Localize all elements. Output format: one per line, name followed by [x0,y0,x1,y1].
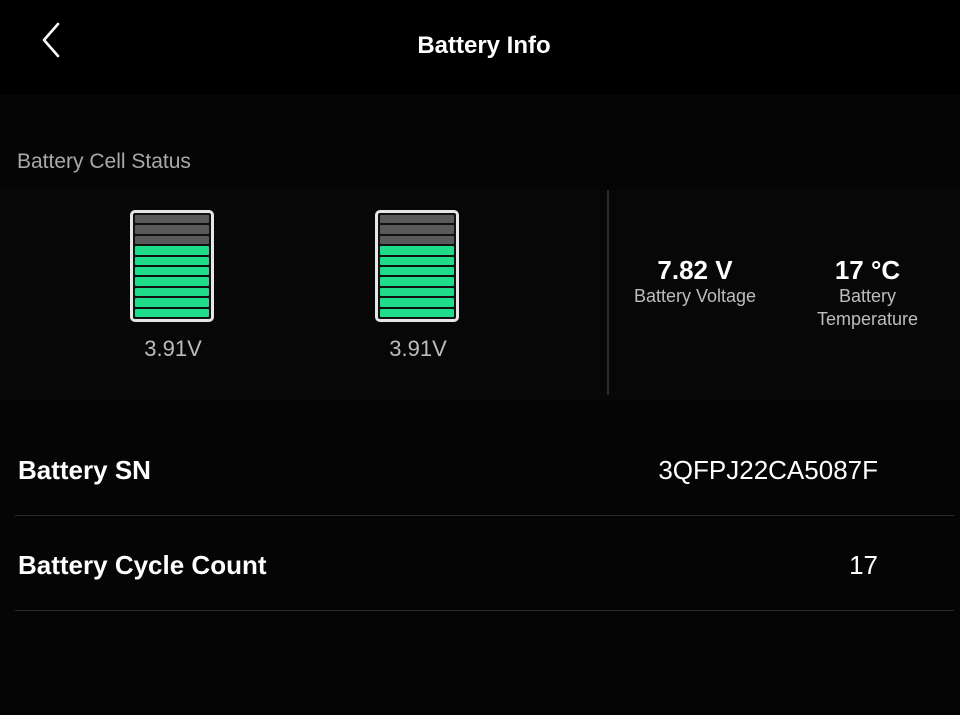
level-bar-filled [380,287,454,297]
battery-sn-value: 3QFPJ22CA5087F [658,455,878,485]
level-bar-empty [135,225,209,234]
level-bar-filled [380,256,454,266]
level-bar-empty [135,215,209,224]
cell-voltage: 3.91V [389,336,447,361]
level-bar-filled [135,256,209,266]
level-bar-filled [135,246,209,255]
section-title-cell-status: Battery Cell Status [17,150,191,173]
header-bar: Battery Info [0,0,960,95]
battery-temperature-label-line2: Temperature [816,309,919,329]
battery-voltage-value: 7.82 V [657,255,733,285]
battery-temperature-stat: 17 °C Battery Temperature [795,255,940,331]
battery-cell-icon [130,210,214,322]
battery-cell-icon [375,210,459,322]
page-title: Battery Info [417,32,551,59]
cell-status-panel: 3.91V 3.91V 7.82 V Battery Voltage 17 °C… [0,190,960,400]
level-bar-filled [135,267,209,276]
battery-cycle-count-row: Battery Cycle Count 17 [15,516,954,611]
level-bar-filled [380,246,454,255]
battery-cell-1: 3.91V [130,210,220,361]
battery-sn-row: Battery SN 3QFPJ22CA5087F [15,421,954,516]
cell-voltage: 3.91V [144,336,202,361]
level-bar-filled [135,277,209,286]
level-bar-empty [380,225,454,234]
battery-cell-2: 3.91V [375,210,465,361]
level-bar-empty [380,235,454,245]
level-bar-empty [380,215,454,224]
battery-voltage-label: Battery Voltage [633,286,757,306]
level-bar-filled [380,277,454,286]
level-bar-filled [135,308,209,318]
battery-cycle-count-value: 17 [849,550,878,580]
vertical-divider [607,190,609,395]
battery-sn-label: Battery SN [18,455,151,485]
level-bar-filled [380,298,454,307]
level-bar-filled [380,308,454,318]
battery-voltage-stat: 7.82 V Battery Voltage [615,255,775,308]
level-bar-empty [135,235,209,245]
level-bar-filled [135,298,209,307]
level-bar-filled [380,267,454,276]
level-bar-filled [135,287,209,297]
battery-temperature-label-line1: Battery [838,286,897,306]
battery-cycle-count-label: Battery Cycle Count [18,550,267,580]
battery-temperature-value: 17 °C [834,255,901,285]
content-area: Battery Cell Status 3.91V 3.91V 7.82 V B… [0,95,960,715]
